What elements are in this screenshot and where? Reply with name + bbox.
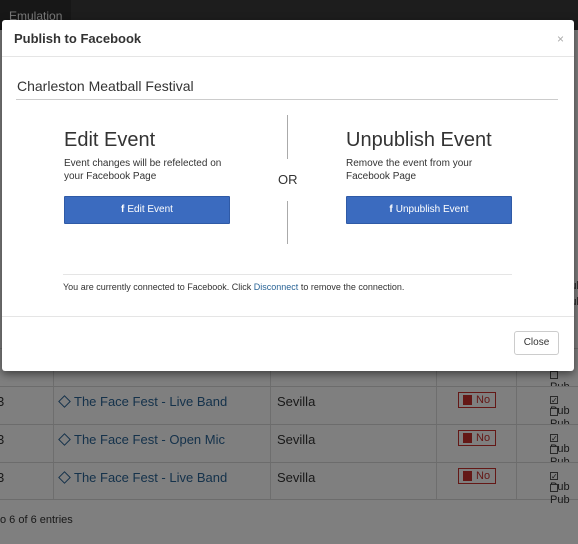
unpublish-event-description: Remove the event from your Facebook Page [346,158,473,182]
event-name: Charleston Meatball Festival [17,78,194,94]
connection-status: You are currently connected to Facebook.… [63,282,405,292]
vertical-divider [287,115,288,159]
disconnect-link[interactable]: Disconnect [254,282,299,292]
or-label: OR [278,172,298,187]
facebook-icon: f [121,204,125,215]
close-icon[interactable]: × [557,32,564,46]
publish-dialog: Publish to Facebook × Charleston Meatbal… [2,20,574,371]
modal-header: Publish to Facebook × [2,20,574,57]
footer-divider [2,316,574,317]
divider [63,274,512,275]
close-button[interactable]: Close [514,331,559,355]
edit-event-heading: Edit Event [64,129,156,151]
unpublish-event-button[interactable]: f Unpublish Event [346,196,512,224]
edit-event-description: Event changes will be refelected on your… [64,158,222,182]
unpublish-event-heading: Unpublish Event [346,129,492,151]
edit-event-button[interactable]: f Edit Event [64,196,230,224]
divider [16,99,558,100]
modal-title: Publish to Facebook [14,31,142,46]
vertical-divider [287,201,288,244]
facebook-icon: f [389,204,393,215]
